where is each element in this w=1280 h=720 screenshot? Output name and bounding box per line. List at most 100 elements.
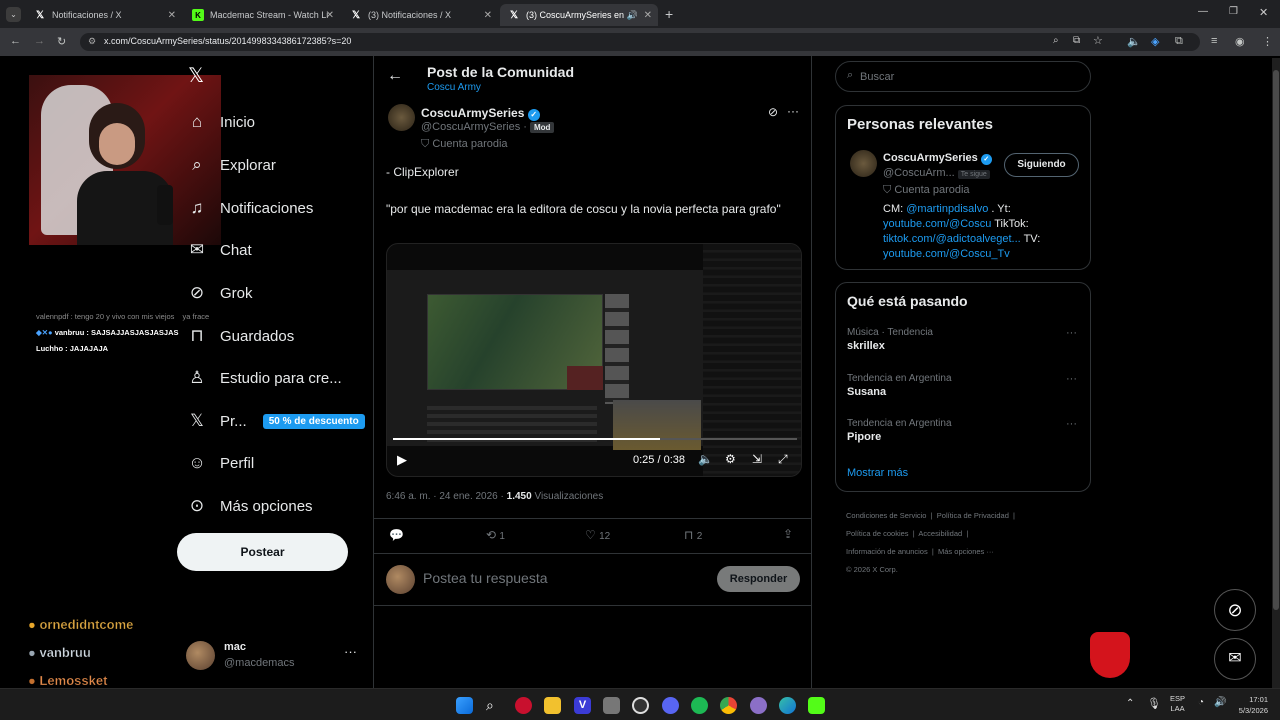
post-more-icon[interactable]: ··· — [787, 104, 799, 118]
post-button[interactable]: Postear — [177, 533, 348, 571]
clock[interactable]: 17:01 5/3/2026 — [1230, 694, 1268, 716]
nav-creator-studio[interactable]: ♙ Estudio para cre... — [186, 368, 341, 388]
kick-icon[interactable] — [808, 697, 825, 714]
app-icon-red[interactable] — [515, 697, 532, 714]
nav-premium[interactable]: 𝕏 Pr... 50 % de descuento — [186, 411, 365, 431]
windows-start-icon[interactable] — [456, 697, 473, 714]
obs-icon[interactable] — [632, 697, 649, 714]
nav-chat[interactable]: ✉ Chat — [186, 240, 252, 260]
close-tab-icon[interactable]: ✕ — [326, 10, 334, 21]
file-explorer-icon[interactable] — [544, 697, 561, 714]
media-control-icon[interactable]: 🔈 — [1127, 35, 1141, 48]
app-icon-gray[interactable] — [603, 697, 620, 714]
like-action[interactable]: ♡ 12 — [585, 528, 610, 542]
author-avatar[interactable] — [388, 104, 415, 131]
community-link[interactable]: Coscu Army — [427, 82, 481, 93]
footer-link[interactable]: Política de Privacidad — [937, 511, 1009, 520]
reload-icon[interactable]: ↻ — [57, 35, 66, 48]
maximize-window-button[interactable]: ❐ — [1229, 6, 1238, 17]
spotify-icon[interactable] — [691, 697, 708, 714]
tab-notificaciones[interactable]: 𝕏 Notificaciones / X ✕ — [26, 4, 182, 26]
search-icon[interactable]: ⌕ — [486, 697, 503, 714]
install-app-icon[interactable]: ⧉ — [1073, 35, 1080, 46]
edge-icon[interactable] — [779, 697, 796, 714]
extensions-puzzle-icon[interactable]: ⧉ — [1175, 35, 1183, 48]
page-scrollbar[interactable] — [1272, 58, 1280, 688]
minimize-window-button[interactable]: — — [1198, 6, 1208, 17]
close-tab-icon[interactable]: ✕ — [484, 10, 492, 21]
grok-explain-icon[interactable]: ⊘ — [768, 105, 778, 119]
site-info-icon[interactable]: ⚙ — [88, 36, 96, 47]
settings-gear-icon[interactable]: ⚙ — [725, 452, 736, 466]
nav-bookmarks[interactable]: ⊓ Guardados — [186, 326, 294, 346]
tab-macdemac-stream[interactable]: K Macdemac Stream - Watch Live ✕ — [184, 4, 340, 26]
tab-coscuarmyseries[interactable]: 𝕏 (3) CoscuArmySeries en X: " 🔊 ✕ — [500, 4, 658, 26]
x-home-logo-icon[interactable]: 𝕏 — [188, 63, 204, 88]
profile-avatar-icon[interactable]: ◉ — [1235, 35, 1245, 48]
back-icon[interactable]: ← — [10, 35, 21, 47]
picture-in-picture-icon[interactable]: ⇲ — [752, 452, 762, 466]
bio-link[interactable]: youtube.com/@Coscu_Tv — [883, 248, 1010, 260]
bookmark-star-icon[interactable]: ☆ — [1093, 34, 1103, 47]
nav-explore[interactable]: ⌕ Explorar — [186, 155, 276, 175]
fullscreen-icon[interactable]: ⤢ — [778, 452, 788, 467]
volume-icon[interactable]: 🔈 — [698, 452, 713, 466]
zoom-icon[interactable]: ⌕ — [1053, 35, 1059, 46]
avatar[interactable] — [850, 150, 877, 177]
trend-more-icon[interactable]: ··· — [1066, 327, 1077, 339]
tray-chevron-icon[interactable]: ⌃ — [1126, 698, 1134, 709]
reply-action[interactable]: 💬 — [389, 528, 404, 542]
trend-more-icon[interactable]: ··· — [1066, 418, 1077, 430]
language-indicator[interactable]: ESP LAA — [1170, 694, 1185, 714]
trend-item[interactable]: Tendencia en Argentina Susana ··· — [847, 373, 1081, 398]
close-window-button[interactable]: ✕ — [1259, 6, 1268, 19]
extension-icon[interactable]: ◈ — [1151, 35, 1159, 48]
play-icon[interactable]: ▶ — [397, 452, 407, 468]
new-tab-button[interactable]: + — [665, 6, 673, 22]
close-tab-icon[interactable]: ✕ — [644, 10, 652, 21]
nav-grok[interactable]: ⊘ Grok — [186, 283, 253, 303]
bio-link[interactable]: youtube.com/@Coscu — [883, 218, 991, 230]
app-icon-v[interactable]: V — [574, 697, 591, 714]
grok-floating-button[interactable]: ⊘ — [1214, 589, 1256, 631]
reply-input[interactable]: Postea tu respuesta — [423, 570, 548, 586]
reply-button[interactable]: Responder — [717, 566, 800, 592]
nav-more-options[interactable]: ⊙ Más opciones — [186, 496, 313, 516]
trend-item[interactable]: Música · Tendencia skrillex ··· — [847, 327, 1081, 352]
nav-profile[interactable]: ☺ Perfil — [186, 453, 254, 473]
search-box[interactable]: ⌕ Buscar — [835, 61, 1091, 92]
trend-item[interactable]: Tendencia en Argentina Pipore ··· — [847, 418, 1081, 443]
discord-icon[interactable] — [662, 697, 679, 714]
author-name[interactable]: CoscuArmySeries ✓ — [421, 106, 540, 121]
microphone-tray-icon[interactable]: 🎙 — [1147, 697, 1161, 710]
messages-floating-button[interactable]: ✉ — [1214, 638, 1256, 680]
wifi-icon[interactable]: ◔ — [1198, 697, 1204, 708]
tab-notificaciones-3[interactable]: 𝕏 (3) Notificaciones / X ✕ — [342, 4, 498, 26]
speaker-icon[interactable]: 🔊 — [1214, 697, 1226, 708]
footer-link[interactable]: Condiciones de Servicio — [846, 511, 926, 520]
nav-home[interactable]: ⌂ Inicio — [186, 112, 255, 132]
following-button[interactable]: Siguiendo — [1004, 153, 1079, 177]
bio-link[interactable]: tiktok.com/@adictoalveget... — [883, 233, 1021, 245]
app-icon-swirl[interactable] — [750, 697, 767, 714]
bookmark-action[interactable]: ⊓ 2 — [684, 528, 702, 542]
footer-link[interactable]: Más opciones ··· — [938, 547, 994, 556]
video-player[interactable]: ▶ 0:25 / 0:38 🔈 ⚙ ⇲ ⤢ — [386, 243, 802, 477]
address-bar[interactable]: ⚙ x.com/CoscuArmySeries/status/201499833… — [80, 33, 1200, 51]
scrollbar-thumb[interactable] — [1273, 70, 1279, 610]
video-progress-track[interactable] — [393, 438, 797, 440]
bio-link[interactable]: @martinpdisalvo — [906, 203, 988, 215]
close-tab-icon[interactable]: ✕ — [168, 10, 176, 21]
audio-playing-icon[interactable]: 🔊 — [627, 10, 638, 21]
person-name[interactable]: CoscuArmySeries ✓ — [883, 152, 992, 165]
reading-list-icon[interactable]: ≡ — [1211, 35, 1217, 47]
tab-search-button[interactable]: ⌄ — [6, 7, 21, 22]
browser-menu-icon[interactable]: ⋮ — [1262, 35, 1273, 48]
back-arrow-icon[interactable]: ← — [387, 67, 403, 85]
footer-link[interactable]: Accesibilidad — [918, 529, 962, 538]
nav-notifications[interactable]: ♫ Notificaciones — [186, 198, 314, 218]
account-switcher[interactable]: mac @macdemacs ··· — [186, 640, 362, 672]
repost-action[interactable]: ⟲ 1 — [486, 528, 505, 542]
trend-more-icon[interactable]: ··· — [1066, 373, 1077, 385]
forward-icon[interactable]: → — [34, 35, 45, 47]
